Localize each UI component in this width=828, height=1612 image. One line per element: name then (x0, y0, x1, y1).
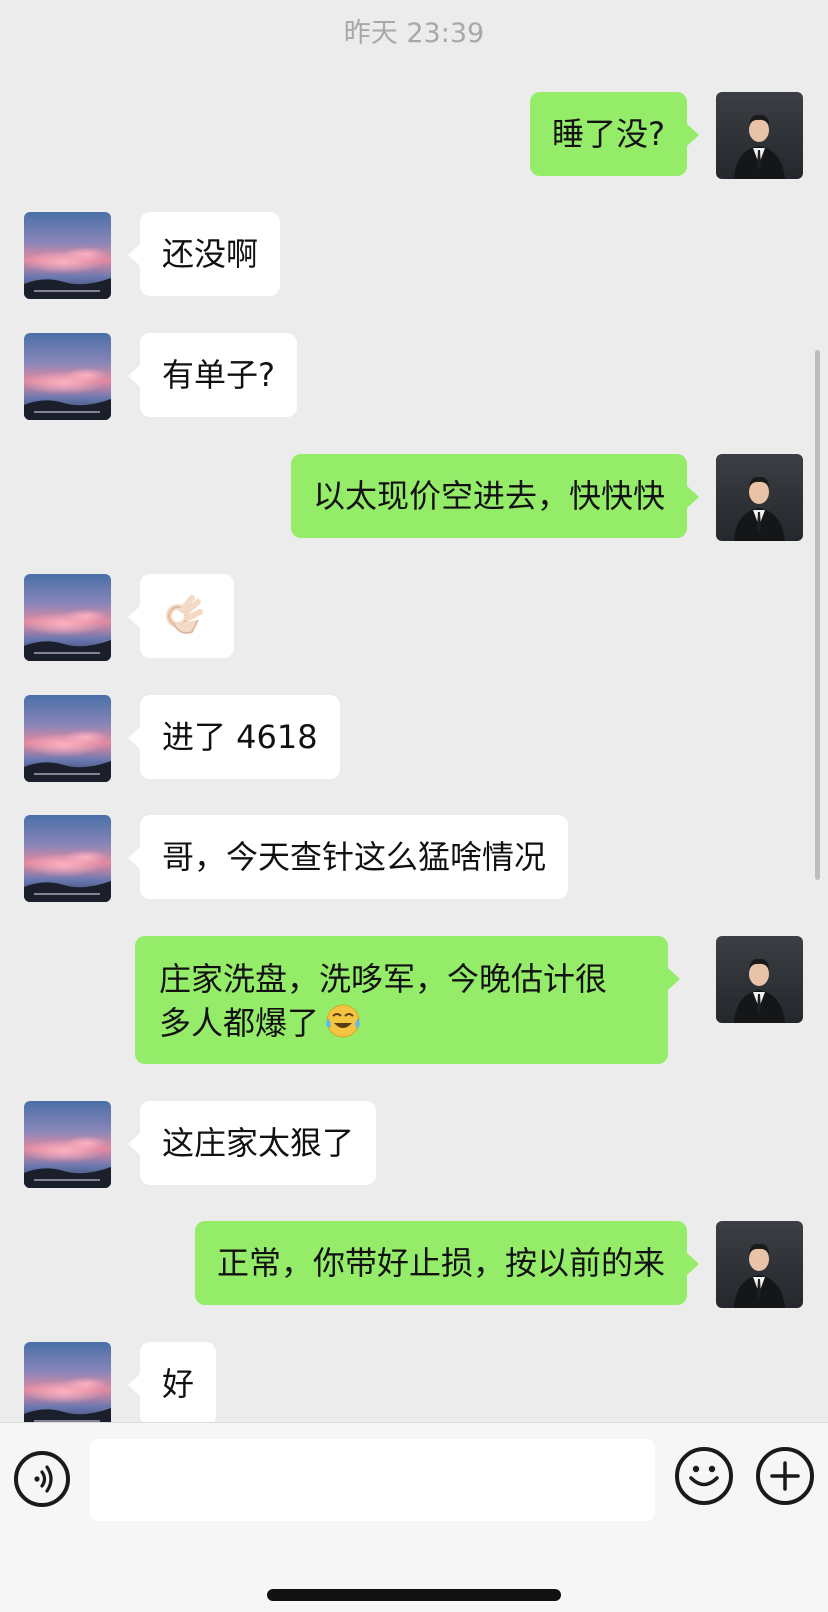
message-bubble-outgoing[interactable]: 正常，你带好止损，按以前的来 (194, 1221, 700, 1305)
emoji-button[interactable] (675, 1447, 733, 1505)
message-bubble-incoming[interactable]: 这庄家太狠了 (127, 1101, 377, 1185)
message-bubble-outgoing[interactable]: 庄家洗盘，洗哆军，今晚估计很 多人都爆了 (135, 936, 680, 1064)
scrollbar[interactable] (815, 350, 820, 880)
message-input[interactable] (90, 1439, 655, 1521)
contact-avatar[interactable] (24, 1101, 111, 1188)
chat-timestamp: 昨天 23:39 (343, 18, 485, 49)
message-bubble-incoming[interactable]: 哥，今天查针这么猛啥情况 (127, 815, 569, 899)
message-bubble-incoming[interactable]: 还没啊 (127, 212, 281, 296)
voice-button[interactable] (14, 1451, 70, 1507)
home-indicator[interactable] (267, 1589, 561, 1601)
message-bubble-incoming[interactable] (128, 574, 234, 658)
my-avatar[interactable] (716, 454, 803, 541)
contact-avatar[interactable] (24, 574, 111, 661)
contact-avatar[interactable] (24, 695, 111, 782)
message-bubble-incoming[interactable]: 好 (127, 1342, 217, 1422)
chat-area[interactable]: 昨天 23:39 睡了没? 还没啊 有单子? 以太现价空进去，快快快 进了 46… (0, 0, 828, 1422)
contact-avatar[interactable] (24, 815, 111, 902)
my-avatar[interactable] (716, 1221, 803, 1308)
contact-avatar[interactable] (24, 212, 111, 299)
message-line: 多人都爆了 (159, 1000, 644, 1050)
message-bubble-outgoing[interactable]: 睡了没? (530, 92, 699, 176)
contact-avatar[interactable] (24, 333, 111, 420)
message-line-text: 多人都爆了 (159, 1004, 320, 1042)
message-bubble-incoming[interactable]: 进了 4618 (128, 695, 340, 779)
input-bar (0, 1422, 828, 1612)
message-bubble-outgoing[interactable]: 以太现价空进去，快快快 (290, 454, 700, 538)
message-line: 庄家洗盘，洗哆军，今晚估计很 (159, 960, 608, 998)
more-button[interactable] (756, 1447, 814, 1505)
message-bubble-incoming[interactable]: 有单子? (128, 333, 297, 417)
contact-avatar[interactable] (24, 1342, 111, 1422)
my-avatar[interactable] (716, 92, 803, 179)
crying-laughing-icon (323, 1000, 363, 1050)
my-avatar[interactable] (716, 936, 803, 1023)
ok-hand-icon (160, 592, 208, 651)
